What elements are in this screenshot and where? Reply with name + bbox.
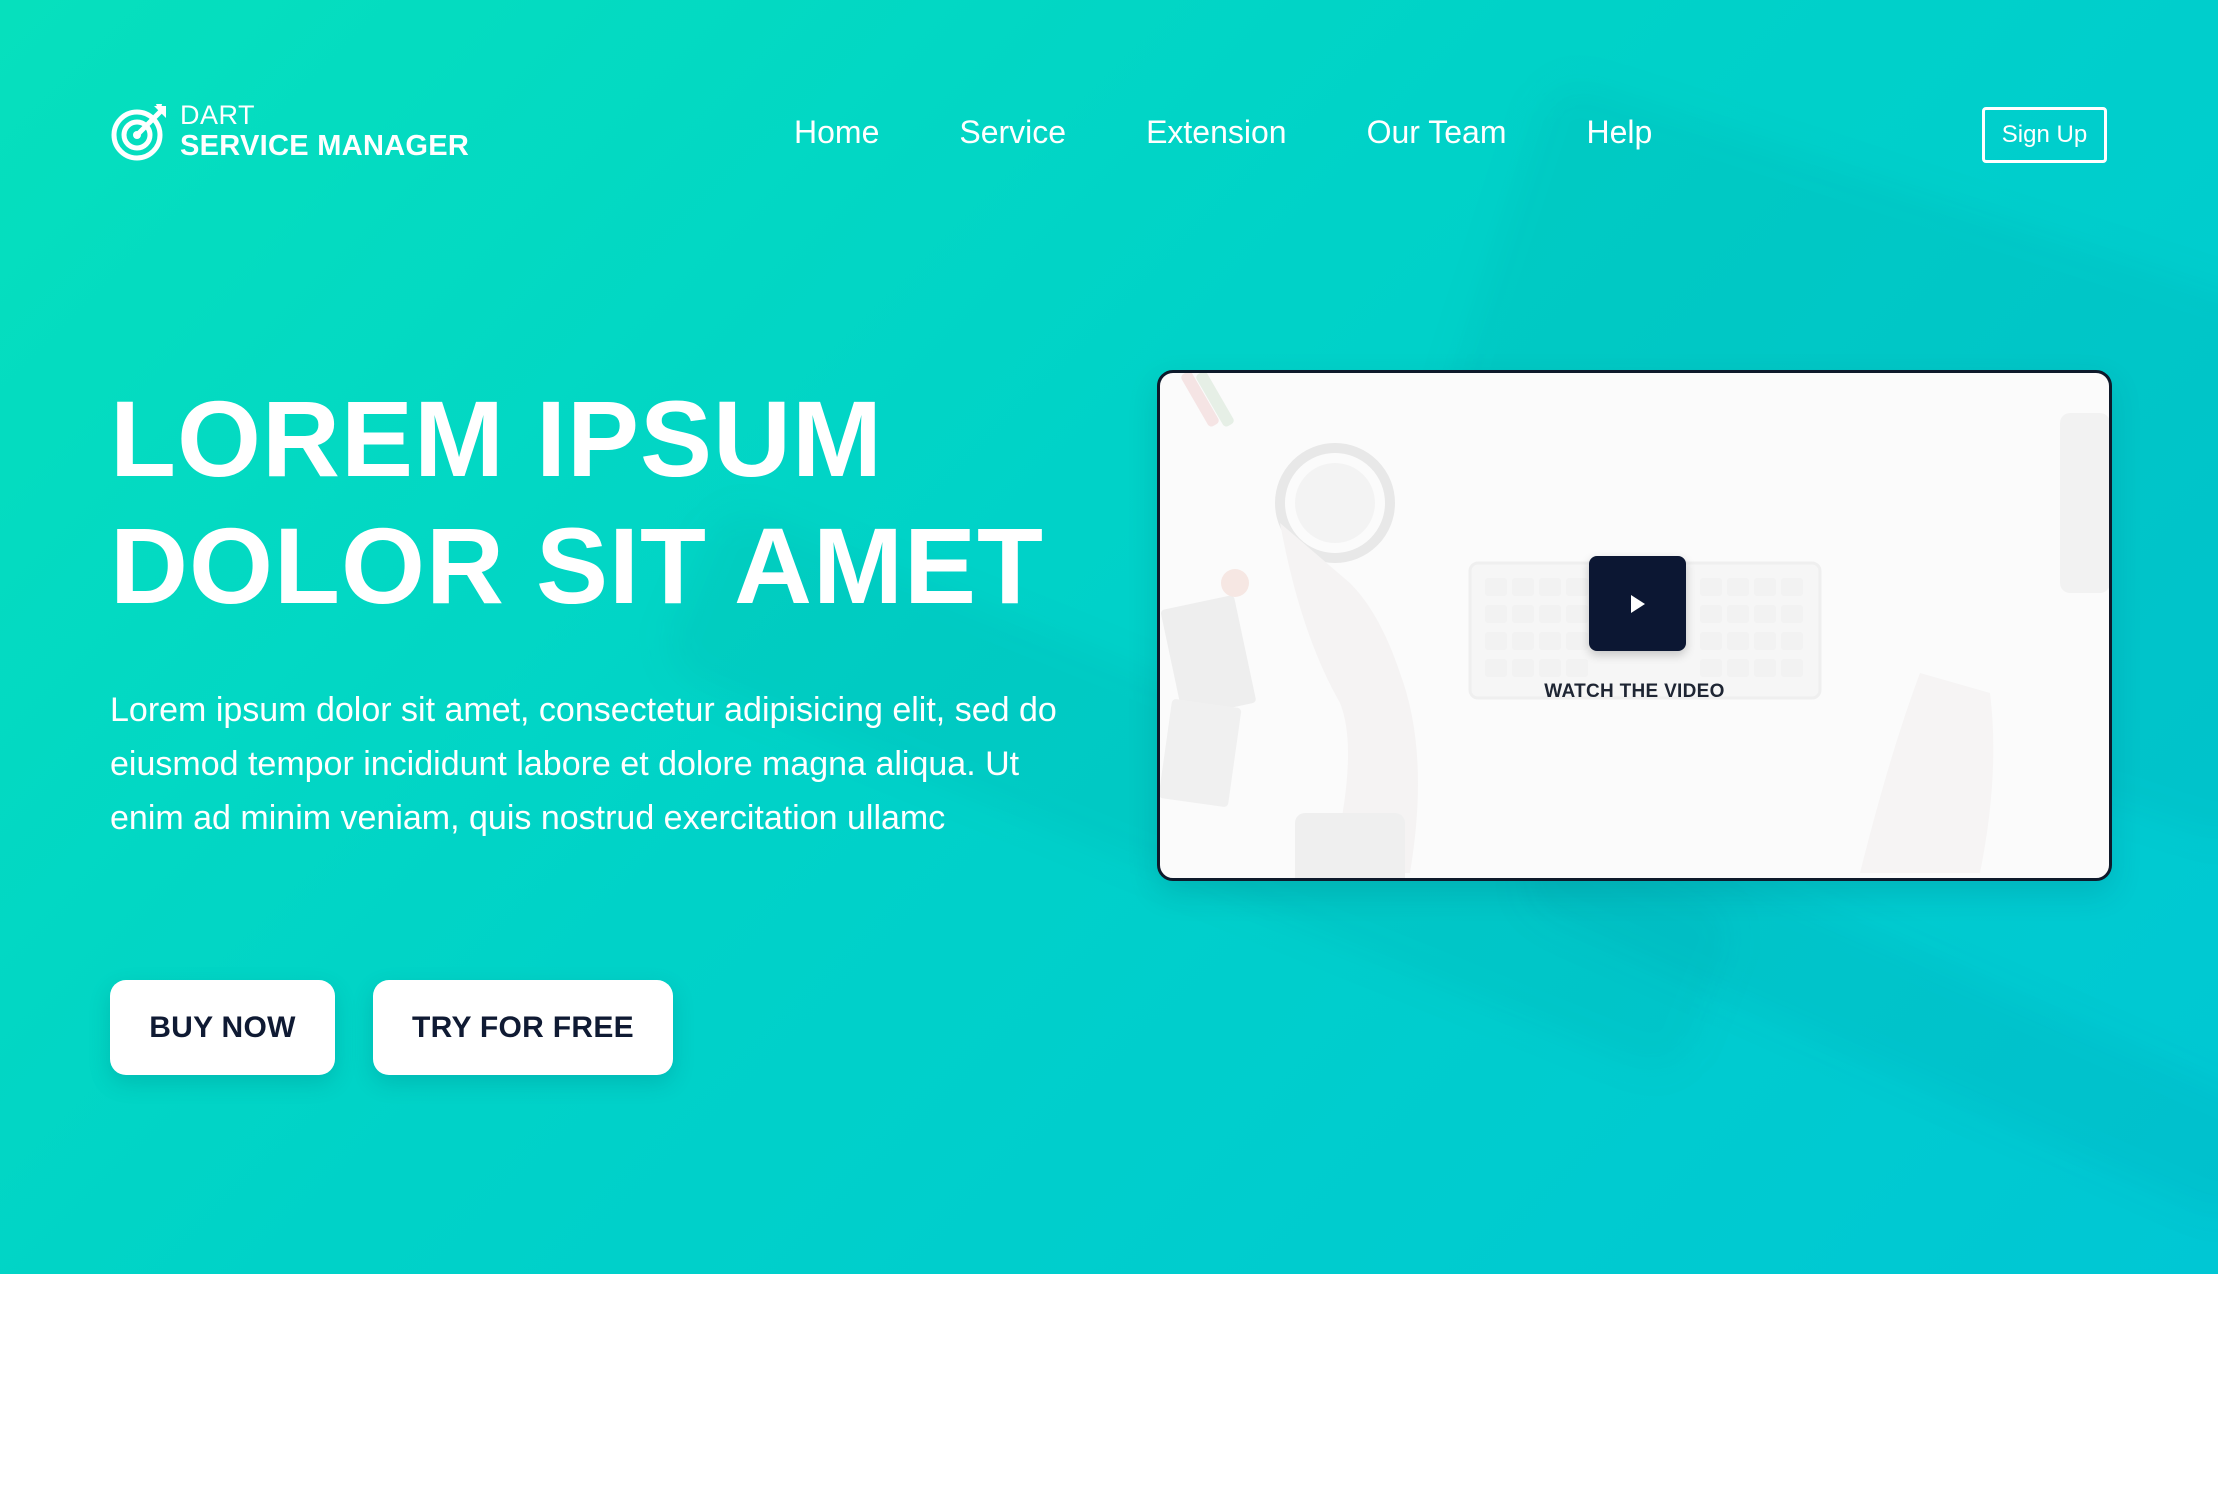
nav-our-team[interactable]: Our Team [1367,114,1507,151]
nav-home[interactable]: Home [794,114,879,151]
hero-section: DART SERVICE MANAGER Home Service Extens… [0,0,2218,1274]
target-arrow-icon [111,104,166,161]
brand-line2: SERVICE MANAGER [180,129,470,162]
brand-logo[interactable]: DART SERVICE MANAGER [110,100,469,162]
play-button[interactable] [1589,556,1686,651]
video-card[interactable]: WATCH THE VIDEO [1157,370,2112,881]
nav-service[interactable]: Service [959,114,1066,151]
nav-extension[interactable]: Extension [1146,114,1287,151]
buy-now-button[interactable]: BUY NOW [110,980,335,1075]
try-for-free-button[interactable]: TRY FOR FREE [373,980,673,1075]
signup-button[interactable]: Sign Up [1982,107,2107,163]
play-icon [1630,594,1645,613]
watch-video-label[interactable]: WATCH THE VIDEO [1160,681,2109,703]
brand-name: DART SERVICE MANAGER [180,99,470,162]
headline-line1: LOREM IPSUM [110,378,884,499]
headline-line2: DOLOR SIT AMET [110,505,1044,626]
hero-description: Lorem ipsum dolor sit amet, consectetur … [110,691,1057,837]
nav-help[interactable]: Help [1587,114,1653,151]
brand-line1: DART [180,99,256,130]
main-nav: Home Service Extension Our Team Help [794,114,1652,151]
hero-headline: LOREM IPSUM DOLOR SIT AMET [110,375,1044,629]
